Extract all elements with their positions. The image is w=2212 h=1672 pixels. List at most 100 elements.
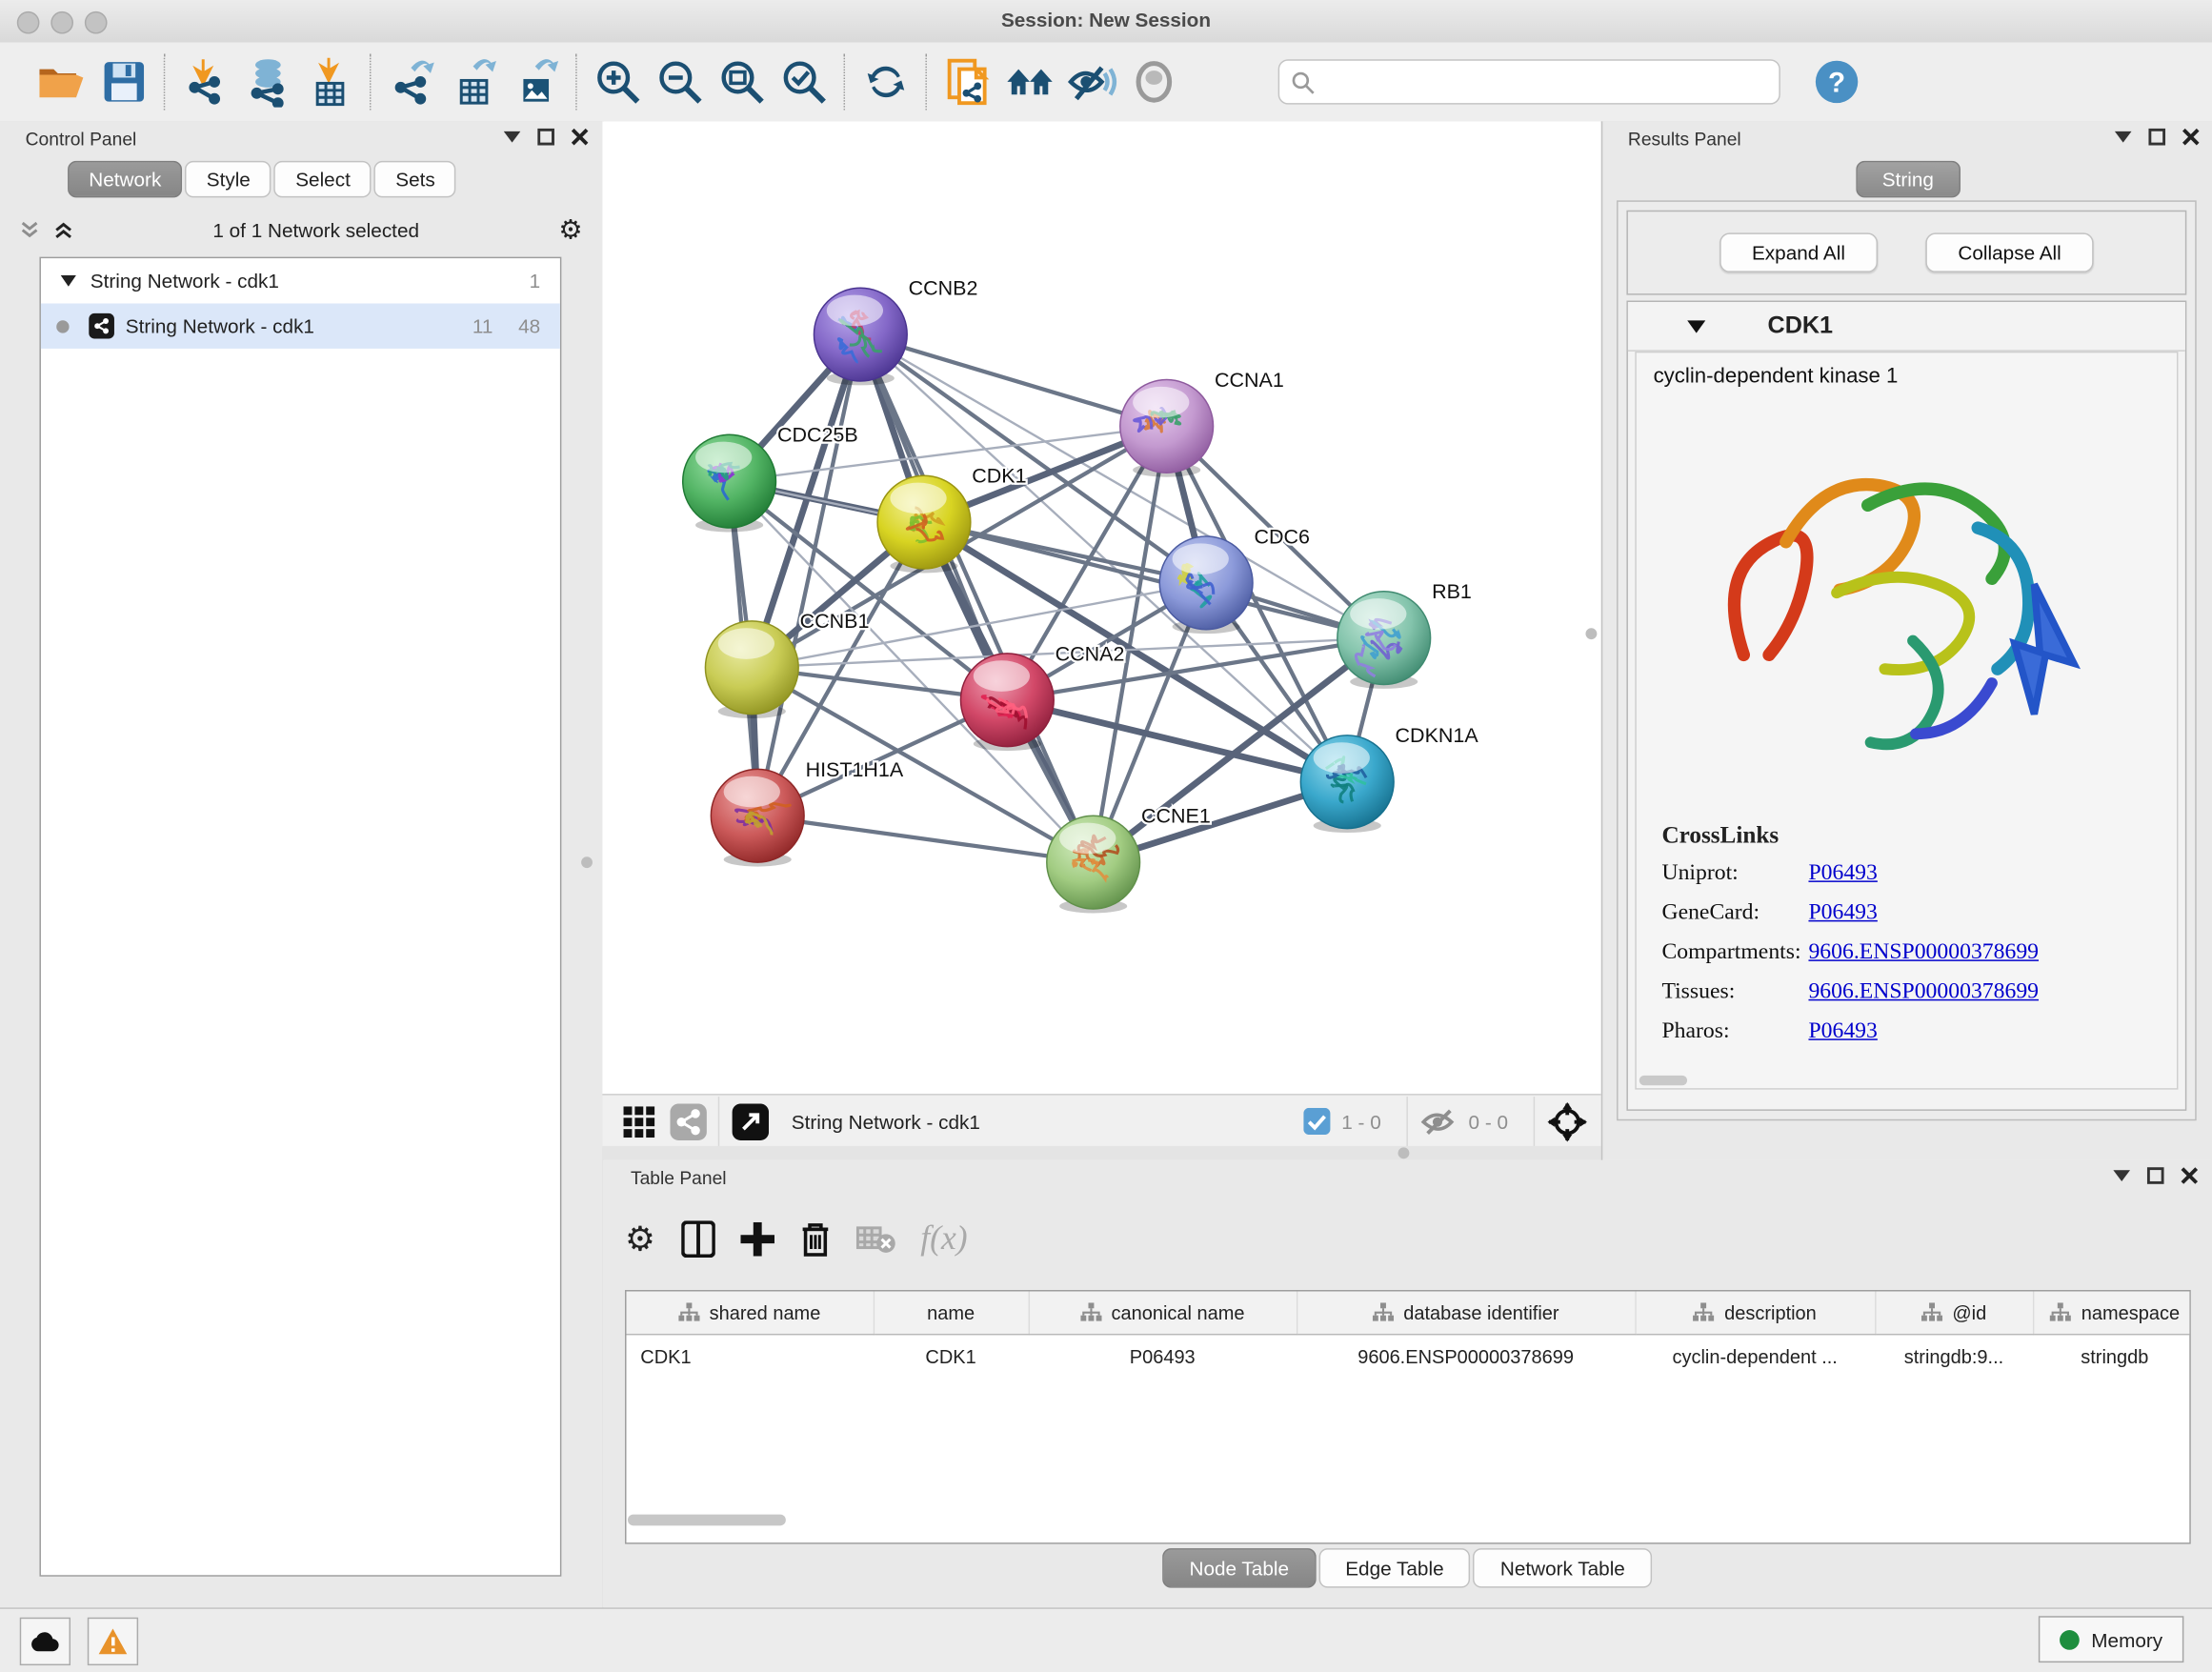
main-toolbar: ?: [0, 42, 2212, 122]
node-ccnb2[interactable]: CCNB2: [814, 277, 977, 386]
tab-edge-table[interactable]: Edge Table: [1318, 1548, 1471, 1587]
node-ccne1[interactable]: CCNE1: [1047, 805, 1211, 914]
copy-document-icon[interactable]: [936, 50, 998, 112]
import-network-icon[interactable]: [175, 50, 237, 112]
column-header[interactable]: namespace: [2033, 1291, 2191, 1334]
open-session-icon[interactable]: [31, 50, 93, 112]
detach-view-icon[interactable]: [733, 1103, 770, 1140]
close-panel-icon[interactable]: [2181, 1167, 2198, 1184]
memory-button[interactable]: Memory: [2039, 1616, 2183, 1662]
import-network-from-database-icon[interactable]: [237, 50, 299, 112]
node-ccna2[interactable]: CCNA2: [960, 642, 1124, 751]
collapse-panel-icon[interactable]: [2113, 1170, 2130, 1181]
help-icon[interactable]: ?: [1806, 50, 1868, 112]
column-header[interactable]: @id: [1875, 1291, 2033, 1334]
column-header[interactable]: name: [874, 1291, 1029, 1334]
grid-view-icon[interactable]: [622, 1104, 656, 1138]
export-image-icon[interactable]: [505, 50, 567, 112]
cell-shared-name[interactable]: CDK1: [627, 1335, 874, 1378]
cell-description[interactable]: cyclin-dependent ...: [1635, 1335, 1875, 1378]
tree-expand-icon[interactable]: [61, 275, 76, 287]
add-column-icon[interactable]: [740, 1222, 774, 1257]
import-table-icon[interactable]: [299, 50, 361, 112]
results-panel: Results Panel String Expand All Collapse…: [1601, 121, 2212, 1159]
tab-network-table[interactable]: Network Table: [1474, 1548, 1652, 1587]
splitter-handle[interactable]: [1398, 1147, 1410, 1158]
network-share-view-icon[interactable]: [670, 1103, 707, 1140]
tab-network[interactable]: Network: [68, 161, 182, 198]
collapse-all-networks-icon[interactable]: [20, 220, 40, 240]
zoom-in-icon[interactable]: [587, 50, 649, 112]
horizontal-splitter[interactable]: [602, 1146, 1600, 1160]
tab-style[interactable]: Style: [186, 161, 272, 198]
network-row-selected[interactable]: String Network - cdk1 11 48: [41, 304, 560, 349]
node-cdc6[interactable]: CDC6: [1159, 525, 1310, 634]
tab-select[interactable]: Select: [274, 161, 372, 198]
export-network-icon[interactable]: [381, 50, 443, 112]
zoom-selected-icon[interactable]: [774, 50, 835, 112]
network-options-gear-icon[interactable]: ⚙: [558, 213, 582, 246]
crosslink-link[interactable]: P06493: [1808, 1019, 1877, 1045]
collapse-panel-icon[interactable]: [2115, 131, 2132, 143]
results-horizontal-scrollbar[interactable]: [1639, 1076, 1687, 1085]
column-header[interactable]: database identifier: [1297, 1291, 1635, 1334]
column-header[interactable]: shared name: [627, 1291, 874, 1334]
cell-database-identifier[interactable]: 9606.ENSP00000378699: [1297, 1335, 1635, 1378]
export-table-icon[interactable]: [443, 50, 505, 112]
cloud-status-button[interactable]: [20, 1618, 70, 1665]
crosslink-link[interactable]: 9606.ENSP00000378699: [1808, 979, 2039, 1005]
tab-sets[interactable]: Sets: [374, 161, 456, 198]
expand-all-networks-icon[interactable]: [53, 220, 73, 240]
hidden-eye-icon[interactable]: [1420, 1107, 1458, 1136]
float-panel-icon[interactable]: [537, 129, 554, 146]
network-collection-row[interactable]: String Network - cdk1 1: [41, 258, 560, 303]
right-splitter-handle[interactable]: [1585, 628, 1597, 639]
node-rb1[interactable]: RB1: [1337, 580, 1472, 689]
refresh-icon[interactable]: [855, 50, 916, 112]
close-panel-icon[interactable]: [572, 129, 589, 146]
left-splitter-handle[interactable]: [581, 856, 593, 868]
birds-eye-toggle-icon[interactable]: [1548, 1101, 1587, 1140]
column-header[interactable]: canonical name: [1029, 1291, 1297, 1334]
cell-id[interactable]: stringdb:9...: [1875, 1335, 2033, 1378]
zoom-out-icon[interactable]: [649, 50, 711, 112]
table-row[interactable]: CDK1 CDK1 P06493 9606.ENSP00000378699 cy…: [627, 1335, 2191, 1378]
crosslink-link[interactable]: P06493: [1808, 900, 1877, 926]
search-field[interactable]: [1278, 59, 1780, 104]
column-header[interactable]: description: [1635, 1291, 1875, 1334]
search-input[interactable]: [1315, 70, 1767, 93]
gene-entry-header[interactable]: CDK1: [1628, 302, 2185, 352]
expand-all-button[interactable]: Expand All: [1719, 232, 1878, 272]
network-label: String Network - cdk1: [126, 314, 314, 337]
collapse-panel-icon[interactable]: [504, 131, 521, 143]
float-panel-icon[interactable]: [2147, 1167, 2164, 1184]
home-networks-icon[interactable]: [998, 50, 1060, 112]
tab-string[interactable]: String: [1856, 161, 1961, 198]
table-settings-gear-icon[interactable]: ⚙: [625, 1219, 655, 1259]
network-canvas[interactable]: CCNB2CCNA1CDC25BCDK1CDC6RB1CCNB1CCNA2CDK…: [602, 121, 1600, 1094]
preview-eye-icon[interactable]: [1123, 50, 1185, 112]
selected-checkbox-icon[interactable]: [1303, 1108, 1330, 1135]
crosslink-link[interactable]: 9606.ENSP00000378699: [1808, 940, 2039, 966]
table-toolbar: ⚙ f(x): [625, 1205, 968, 1273]
tab-node-table[interactable]: Node Table: [1162, 1548, 1316, 1587]
collapse-all-button[interactable]: Collapse All: [1925, 232, 2093, 272]
close-panel-icon[interactable]: [2182, 129, 2200, 146]
entry-collapse-icon[interactable]: [1687, 320, 1705, 332]
warnings-button[interactable]: [88, 1618, 138, 1665]
show-hide-graphics-icon[interactable]: [1061, 50, 1123, 112]
node-cdkn1a[interactable]: CDKN1A: [1300, 724, 1478, 833]
save-session-icon[interactable]: [93, 50, 155, 112]
crosslink-link[interactable]: P06493: [1808, 861, 1877, 887]
zoom-fit-icon[interactable]: [711, 50, 773, 112]
delete-column-icon[interactable]: [799, 1220, 831, 1258]
column-visibility-icon[interactable]: [681, 1220, 715, 1258]
node-hist1h1a[interactable]: HIST1H1A: [711, 758, 903, 867]
table-horizontal-scrollbar[interactable]: [628, 1515, 786, 1526]
node-label-ccne1: CCNE1: [1141, 805, 1211, 828]
cell-namespace[interactable]: stringdb: [2033, 1335, 2191, 1378]
float-panel-icon[interactable]: [2148, 129, 2165, 146]
cell-canonical-name[interactable]: P06493: [1029, 1335, 1297, 1378]
cell-name[interactable]: CDK1: [874, 1335, 1029, 1378]
crosslink-label: Pharos:: [1661, 1019, 1808, 1045]
